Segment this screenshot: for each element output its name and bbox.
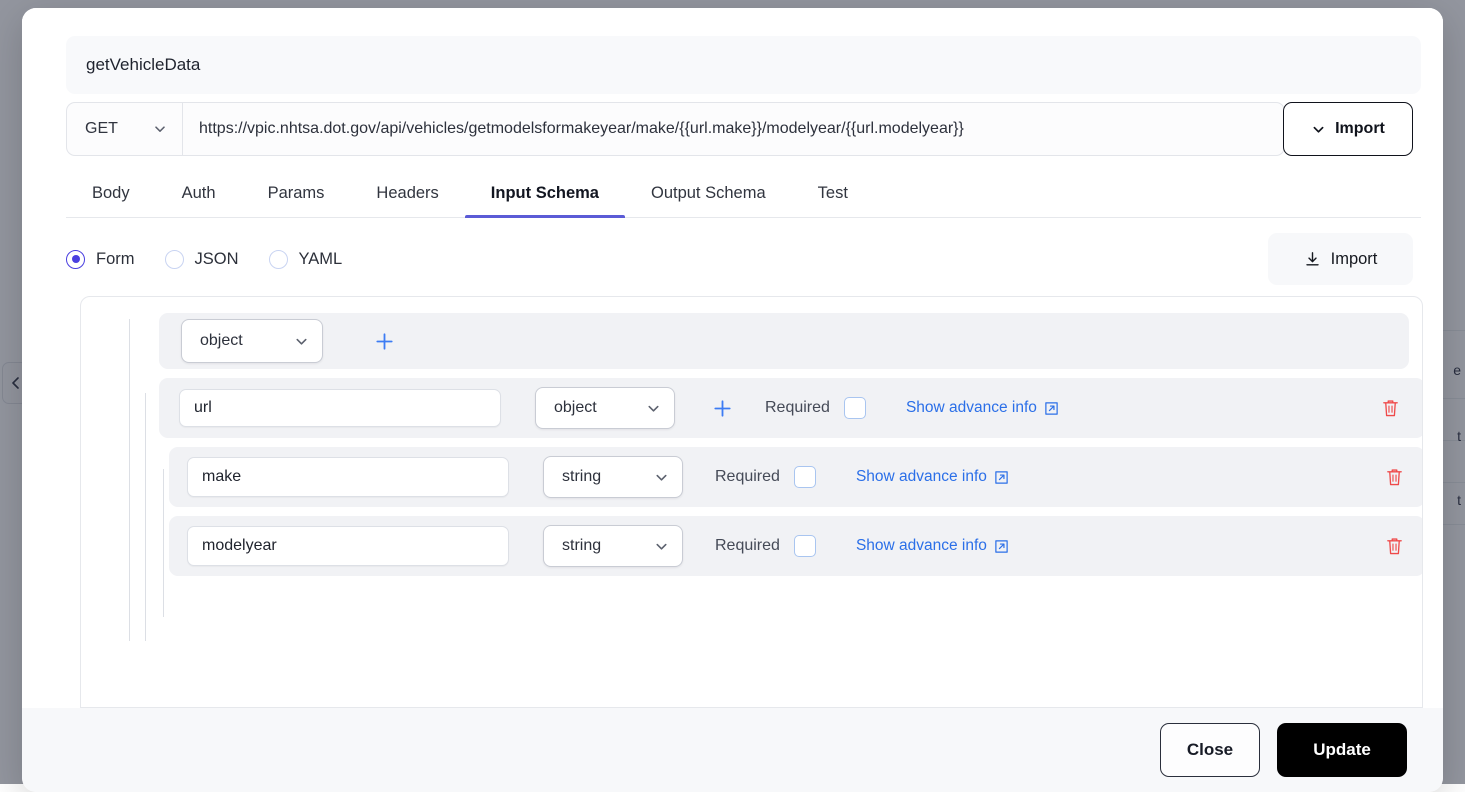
schema-editor-panel: object url [80, 296, 1423, 708]
show-advance-info-label: Show advance info [856, 537, 987, 555]
request-url-row: GET https://vpic.nhtsa.dot.gov/api/vehic… [66, 102, 1421, 156]
property-name-input[interactable]: url [179, 389, 501, 427]
property-name-value: modelyear [202, 537, 277, 555]
show-advance-info-label: Show advance info [906, 399, 1037, 417]
radio-option-form[interactable]: Form [66, 250, 135, 269]
trash-icon [1385, 536, 1404, 557]
required-checkbox[interactable] [794, 535, 816, 557]
required-label: Required [765, 399, 830, 417]
endpoint-name-input[interactable]: getVehicleData [66, 36, 1421, 94]
modal-body: getVehicleData GET https://vpic.nhtsa.do… [22, 8, 1443, 708]
tab-label: Headers [376, 184, 438, 202]
property-type-value: string [562, 468, 601, 486]
schema-import-label: Import [1331, 250, 1378, 269]
tree-guide-line [163, 469, 164, 617]
delete-property-button[interactable] [1379, 396, 1401, 420]
tree-guide-line [129, 319, 130, 641]
external-link-icon [994, 539, 1009, 554]
tab-params[interactable]: Params [242, 184, 351, 217]
required-checkbox[interactable] [844, 397, 866, 419]
root-add-property-button[interactable] [371, 328, 397, 354]
property-name-value: url [194, 399, 212, 417]
schema-property-row: make string Required Show advance info [169, 447, 1423, 507]
api-endpoint-modal: getVehicleData GET https://vpic.nhtsa.do… [22, 8, 1443, 792]
external-link-icon [1044, 401, 1059, 416]
tab-body[interactable]: Body [66, 184, 156, 217]
tab-label: Body [92, 184, 130, 202]
trash-icon [1381, 398, 1400, 419]
radio-label: JSON [195, 250, 239, 269]
show-advance-info-label: Show advance info [856, 468, 987, 486]
close-button-label: Close [1187, 740, 1233, 760]
delete-property-button[interactable] [1383, 465, 1405, 489]
schema-root-row: object [159, 313, 1409, 369]
required-label: Required [715, 537, 780, 555]
update-button[interactable]: Update [1277, 723, 1407, 777]
chevron-down-icon [653, 538, 670, 555]
radio-indicator [66, 250, 85, 269]
property-type-value: object [554, 399, 597, 417]
required-checkbox[interactable] [794, 466, 816, 488]
tab-input-schema[interactable]: Input Schema [465, 184, 625, 217]
show-advance-info-link[interactable]: Show advance info [856, 537, 1009, 555]
schema-import-button[interactable]: Import [1268, 233, 1413, 285]
property-type-value: string [562, 537, 601, 555]
chevron-down-icon [152, 121, 168, 137]
chevron-down-icon [653, 469, 670, 486]
property-name-value: make [202, 468, 241, 486]
chevron-down-icon [645, 400, 662, 417]
tab-label: Auth [182, 184, 216, 202]
request-url-value: https://vpic.nhtsa.dot.gov/api/vehicles/… [199, 120, 964, 138]
radio-indicator [269, 250, 288, 269]
radio-label: Form [96, 250, 135, 269]
tab-label: Params [268, 184, 325, 202]
endpoint-name-value: getVehicleData [86, 55, 200, 75]
schema-tree: object url [81, 297, 1422, 576]
show-advance-info-link[interactable]: Show advance info [906, 399, 1059, 417]
chevron-down-icon [1311, 122, 1326, 137]
tab-auth[interactable]: Auth [156, 184, 242, 217]
modal-footer: Close Update [22, 708, 1443, 792]
property-type-select[interactable]: string [543, 456, 683, 498]
download-icon [1304, 251, 1321, 268]
property-name-input[interactable]: modelyear [187, 526, 509, 566]
plus-icon [711, 397, 734, 420]
external-link-icon [994, 470, 1009, 485]
request-url-input[interactable]: https://vpic.nhtsa.dot.gov/api/vehicles/… [182, 102, 1285, 156]
plus-icon [373, 330, 396, 353]
chevron-down-icon [293, 333, 310, 350]
radio-label: YAML [299, 250, 343, 269]
update-button-label: Update [1313, 740, 1371, 760]
radio-indicator [165, 250, 184, 269]
schema-property-row: url object Required [159, 378, 1423, 438]
radio-option-yaml[interactable]: YAML [269, 250, 343, 269]
property-name-input[interactable]: make [187, 457, 509, 497]
http-method-select[interactable]: GET [66, 102, 182, 156]
property-type-select[interactable]: string [543, 525, 683, 567]
tree-guide-line [145, 393, 146, 641]
import-dropdown-button[interactable]: Import [1283, 102, 1413, 156]
required-label: Required [715, 468, 780, 486]
tab-headers[interactable]: Headers [350, 184, 464, 217]
tab-test[interactable]: Test [792, 184, 874, 217]
schema-format-radio-group: Form JSON YAML [66, 236, 1421, 282]
radio-option-json[interactable]: JSON [165, 250, 239, 269]
import-dropdown-label: Import [1335, 120, 1385, 138]
http-method-value: GET [85, 120, 118, 138]
trash-icon [1385, 467, 1404, 488]
property-add-child-button[interactable] [709, 395, 735, 421]
root-type-select[interactable]: object [181, 319, 323, 363]
root-type-value: object [200, 332, 243, 350]
endpoint-tabs: Body Auth Params Headers Input Schema Ou… [66, 168, 1421, 218]
close-button[interactable]: Close [1160, 723, 1260, 777]
property-type-select[interactable]: object [535, 387, 675, 429]
show-advance-info-link[interactable]: Show advance info [856, 468, 1009, 486]
delete-property-button[interactable] [1383, 534, 1405, 558]
tab-label: Test [818, 184, 848, 202]
tab-label: Output Schema [651, 184, 766, 202]
schema-property-row: modelyear string Required Show advance i… [169, 516, 1423, 576]
tab-output-schema[interactable]: Output Schema [625, 184, 792, 217]
tab-label: Input Schema [491, 184, 599, 202]
